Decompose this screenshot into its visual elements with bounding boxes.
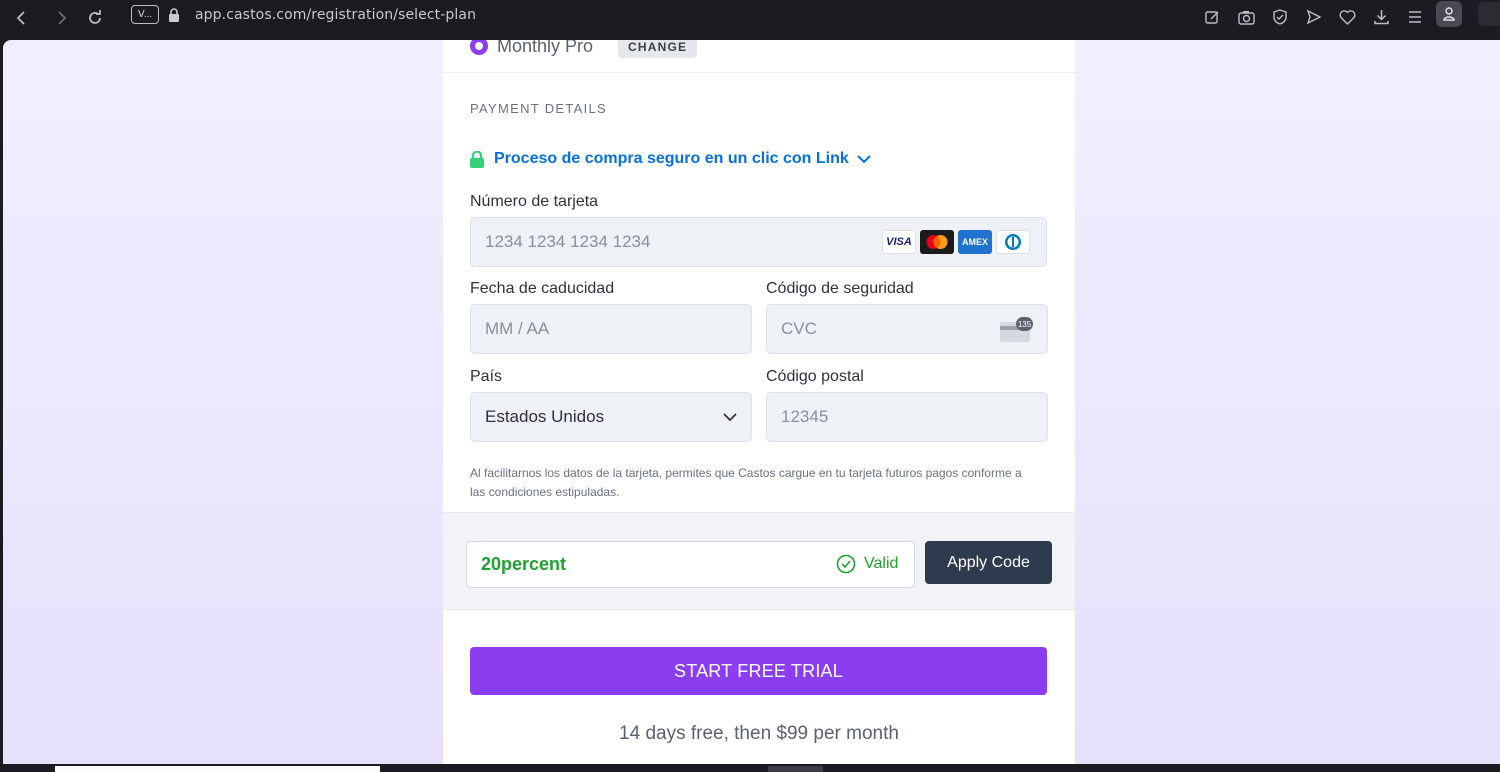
- selected-plan-row: Monthly Pro CHANGE: [443, 40, 1075, 73]
- expiry-placeholder: MM / AA: [485, 319, 550, 338]
- page-viewport: Monthly Pro CHANGE PAYMENT DETAILS Proce…: [3, 40, 1500, 764]
- browser-toolbar: V... app.castos.com/registration/select-…: [0, 0, 1500, 36]
- plan-name: Monthly Pro: [497, 40, 594, 56]
- country-select[interactable]: Estados Unidos: [470, 392, 752, 442]
- coupon-input[interactable]: 20percent Valid: [466, 541, 915, 588]
- coupon-section: 20percent Valid Apply Code: [443, 512, 1075, 610]
- chevron-down-icon: [857, 154, 871, 163]
- send-icon[interactable]: [1303, 6, 1325, 28]
- plan-radio[interactable]: [470, 40, 488, 55]
- padlock-icon: [470, 150, 484, 168]
- card-number-label: Número de tarjeta: [470, 193, 599, 210]
- cvc-field[interactable]: CVC 135: [766, 304, 1048, 354]
- trial-note: 14 days free, then $99 per month: [619, 723, 899, 744]
- edit-icon[interactable]: [1201, 6, 1223, 28]
- chevron-down-icon: [723, 413, 737, 422]
- extensions-icon[interactable]: [1478, 2, 1500, 26]
- cvc-badge: 135: [1016, 317, 1033, 331]
- coupon-status: Valid: [836, 554, 898, 574]
- heart-icon[interactable]: [1336, 6, 1358, 28]
- coupon-valid-text: Valid: [864, 555, 899, 572]
- country-label: País: [470, 368, 503, 385]
- link-checkout-text: Proceso de compra seguro en un clic con …: [494, 150, 849, 167]
- coupon-code: 20percent: [481, 554, 567, 574]
- postal-field[interactable]: 12345: [766, 392, 1048, 442]
- start-free-trial-button[interactable]: START FREE TRIAL: [470, 647, 1047, 695]
- check-circle-icon: [836, 554, 856, 574]
- download-icon[interactable]: [1370, 6, 1392, 28]
- address-bar[interactable]: app.castos.com/registration/select-plan: [195, 7, 476, 23]
- mastercard-icon: [920, 230, 954, 254]
- taskbar-item[interactable]: [768, 766, 823, 772]
- profile-icon[interactable]: [1436, 1, 1462, 27]
- amex-icon: AMEX: [958, 230, 992, 254]
- diners-icon: [996, 230, 1030, 254]
- cvc-placeholder: CVC: [781, 319, 817, 338]
- change-plan-button[interactable]: CHANGE: [618, 40, 698, 58]
- menu-icon[interactable]: [1404, 6, 1426, 28]
- apply-code-button[interactable]: Apply Code: [925, 541, 1052, 584]
- tab-chip[interactable]: V...: [131, 5, 159, 24]
- card-number-field[interactable]: 1234 1234 1234 1234 VISA AMEX: [470, 217, 1047, 267]
- expiry-field[interactable]: MM / AA: [470, 304, 752, 354]
- shield-icon[interactable]: [1269, 6, 1291, 28]
- card-number-placeholder: 1234 1234 1234 1234: [485, 232, 651, 251]
- checkout-card: Monthly Pro CHANGE PAYMENT DETAILS Proce…: [443, 40, 1075, 764]
- taskbar-strip: [0, 764, 1500, 772]
- visa-icon: VISA: [882, 230, 916, 254]
- back-icon[interactable]: [9, 6, 33, 30]
- camera-icon[interactable]: [1235, 6, 1257, 28]
- postal-label: Código postal: [766, 368, 864, 385]
- reload-icon[interactable]: [83, 6, 107, 30]
- forward-icon[interactable]: [50, 6, 74, 30]
- payment-section-title: PAYMENT DETAILS: [470, 101, 608, 116]
- cvc-card-icon: 135: [999, 317, 1033, 342]
- expiry-label: Fecha de caducidad: [470, 280, 615, 297]
- postal-placeholder: 12345: [781, 407, 829, 426]
- taskbar-item[interactable]: [55, 766, 380, 772]
- link-checkout-toggle[interactable]: Proceso de compra seguro en un clic con …: [470, 150, 871, 168]
- cvc-label: Código de seguridad: [766, 280, 914, 297]
- payment-terms: Al facilitarnos los datos de la tarjeta,…: [470, 466, 1022, 499]
- lock-icon: [168, 8, 180, 27]
- country-value: Estados Unidos: [485, 407, 605, 426]
